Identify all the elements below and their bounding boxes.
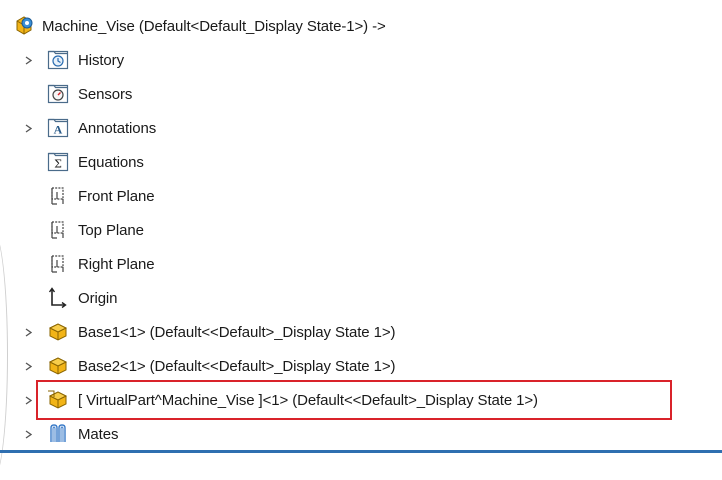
annotations-folder-icon: A xyxy=(46,116,70,140)
tree-item-label: [ VirtualPart^Machine_Vise ]<1> (Default… xyxy=(78,391,538,409)
part-icon xyxy=(46,354,70,378)
tree-item-label: History xyxy=(78,51,124,69)
expand-arrow-icon[interactable] xyxy=(23,361,33,371)
tree-item-label: Front Plane xyxy=(78,187,155,205)
tree-item-sensors[interactable]: Sensors xyxy=(0,78,722,110)
expand-arrow-icon[interactable] xyxy=(23,123,33,133)
tree-item-label: Origin xyxy=(78,289,118,307)
plane-icon xyxy=(46,218,70,242)
assembly-icon xyxy=(12,14,36,38)
tree-item-label: Right Plane xyxy=(78,255,155,273)
tree-item-label: Sensors xyxy=(78,85,133,103)
equations-folder-icon: Σ xyxy=(46,150,70,174)
expand-arrow-icon[interactable] xyxy=(23,429,33,439)
tree-item-label: Equations xyxy=(78,153,144,171)
tree-item-label: Top Plane xyxy=(78,221,144,239)
tree-root-row[interactable]: Machine_Vise (Default<Default_Display St… xyxy=(0,10,722,42)
sensors-folder-icon xyxy=(46,82,70,106)
svg-text:Σ: Σ xyxy=(54,158,62,171)
tree-item-base2[interactable]: Base2<1> (Default<<Default>_Display Stat… xyxy=(0,350,722,382)
tree-item-label: Base1<1> (Default<<Default>_Display Stat… xyxy=(78,323,396,341)
tree-item-origin[interactable]: Origin xyxy=(0,282,722,314)
tree-item-base1[interactable]: Base1<1> (Default<<Default>_Display Stat… xyxy=(0,316,722,348)
tree-item-front-plane[interactable]: Front Plane xyxy=(0,180,722,212)
part-icon xyxy=(46,320,70,344)
tree-item-label: Base2<1> (Default<<Default>_Display Stat… xyxy=(78,357,396,375)
tree-item-top-plane[interactable]: Top Plane xyxy=(0,214,722,246)
origin-icon xyxy=(46,286,70,310)
tree-item-label: Mates xyxy=(78,425,119,443)
tree-item-annotations[interactable]: A Annotations xyxy=(0,112,722,144)
svg-text:A: A xyxy=(54,123,63,137)
history-folder-icon xyxy=(46,48,70,72)
tree-item-equations[interactable]: Σ Equations xyxy=(0,146,722,178)
tree-item-history[interactable]: History xyxy=(0,44,722,76)
expand-arrow-icon[interactable] xyxy=(23,55,33,65)
tree-item-label: Annotations xyxy=(78,119,157,137)
feature-manager-tree: Machine_Vise (Default<Default_Display St… xyxy=(0,0,722,480)
expand-arrow-icon[interactable] xyxy=(23,327,33,337)
root-label: Machine_Vise (Default<Default_Display St… xyxy=(42,17,386,35)
tree-item-virtual-part[interactable]: [ VirtualPart^Machine_Vise ]<1> (Default… xyxy=(0,384,722,416)
tree-item-mates[interactable]: Mates xyxy=(0,418,722,450)
plane-icon xyxy=(46,184,70,208)
expand-arrow-icon[interactable] xyxy=(23,395,33,405)
plane-icon xyxy=(46,252,70,276)
mates-icon xyxy=(46,422,70,446)
tree-item-right-plane[interactable]: Right Plane xyxy=(0,248,722,280)
virtual-part-icon xyxy=(46,388,70,412)
